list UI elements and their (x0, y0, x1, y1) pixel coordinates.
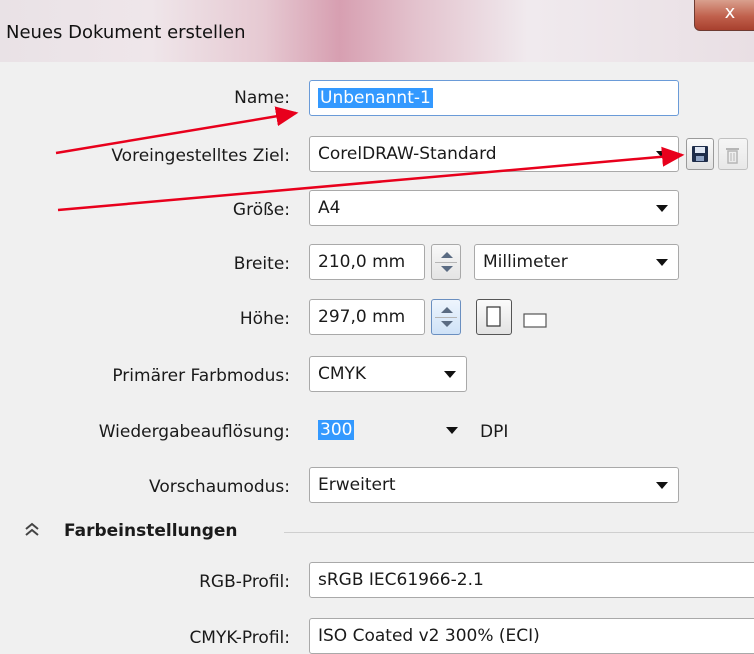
arrow-to-name-field (55, 106, 299, 155)
annotation-arrows (55, 106, 685, 212)
arrow-to-save-button (57, 146, 685, 212)
